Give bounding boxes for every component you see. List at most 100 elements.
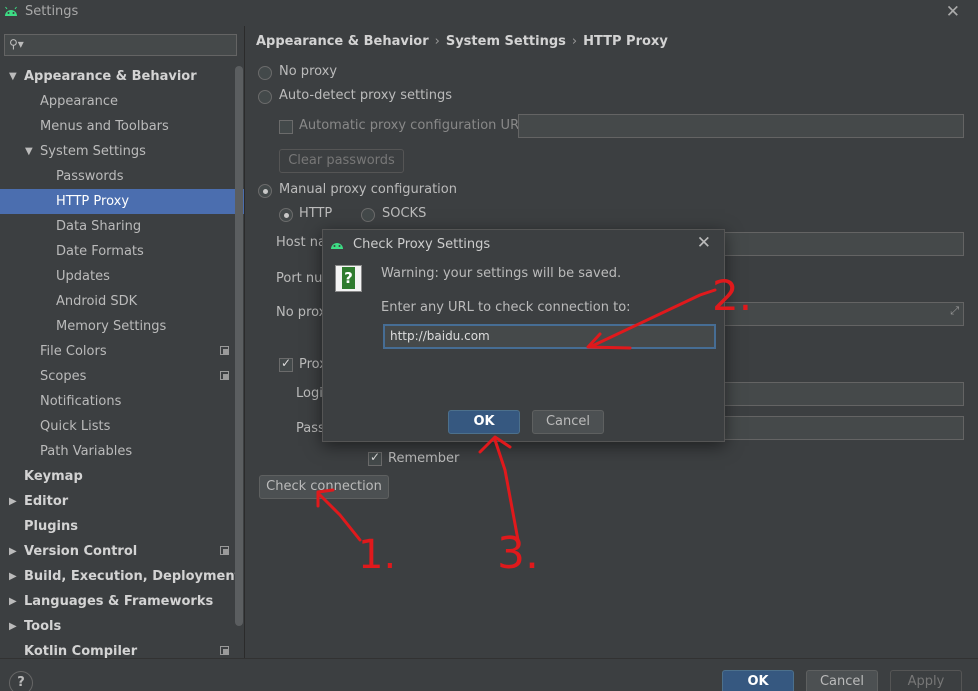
sidebar-item-label: Editor — [24, 494, 69, 509]
sidebar-item-label: Passwords — [56, 169, 124, 184]
settings-sidebar: ⚲▾ ▼ Appearance & Behavior Appearance Menus… — [0, 26, 245, 658]
sidebar-item[interactable]: Data Sharing — [0, 214, 244, 239]
check-connection-button[interactable]: Check connection — [259, 475, 389, 499]
sidebar-item[interactable]: ▼ System Settings — [0, 139, 244, 164]
chevron-right-icon[interactable]: ▶ — [9, 614, 17, 639]
chevron-down-icon[interactable]: ▼ — [9, 64, 17, 89]
sidebar-item[interactable]: Quick Lists — [0, 414, 244, 439]
breadcrumb-item: System Settings — [445, 34, 566, 49]
sidebar-item-label: Android SDK — [56, 294, 138, 309]
apply-button[interactable]: Apply — [890, 670, 962, 691]
sidebar-item[interactable]: HTTP Proxy — [0, 189, 244, 214]
dialog-close-icon[interactable]: ✕ — [697, 233, 711, 253]
sidebar-item[interactable]: Passwords — [0, 164, 244, 189]
sidebar-item[interactable]: Appearance — [0, 89, 244, 114]
dialog-cancel-button[interactable]: Cancel — [532, 410, 604, 434]
help-button[interactable]: ? — [9, 671, 33, 691]
sidebar-item-label: Quick Lists — [40, 419, 111, 434]
cancel-button[interactable]: Cancel — [806, 670, 878, 691]
auto-config-url-checkbox[interactable] — [279, 120, 293, 134]
no-proxy-radio[interactable] — [258, 66, 272, 80]
url-prompt: Enter any URL to check connection to: — [381, 300, 631, 315]
sidebar-item-label: Path Variables — [40, 444, 133, 459]
sidebar-item-label: Appearance — [40, 94, 119, 109]
sidebar-item[interactable]: Memory Settings — [0, 314, 244, 339]
close-icon[interactable]: ✕ — [946, 2, 960, 22]
sidebar-item[interactable]: Menus and Toolbars — [0, 114, 244, 139]
window-title: Settings — [25, 4, 79, 19]
sidebar-item-label: Appearance & Behavior — [24, 69, 197, 84]
sidebar-item-label: Scopes — [40, 369, 87, 384]
sidebar-item[interactable]: ▶ Build, Execution, Deployment — [0, 564, 244, 589]
android-icon — [5, 6, 17, 16]
proxy-auth-checkbox[interactable] — [279, 356, 293, 372]
android-icon — [331, 243, 343, 249]
breadcrumb-item: HTTP Proxy — [583, 34, 668, 49]
no-proxy-for-label: No prox — [276, 305, 327, 320]
sidebar-item[interactable]: ▶ Tools — [0, 614, 244, 639]
sidebar-item[interactable]: Plugins — [0, 514, 244, 539]
dialog-ok-button[interactable]: OK — [448, 410, 520, 434]
chevron-right-icon[interactable]: ▶ — [9, 539, 17, 564]
sidebar-item[interactable]: ▶ Languages & Frameworks — [0, 589, 244, 614]
dialog-button-bar: ? OK Cancel Apply — [0, 658, 978, 691]
host-name-label: Host na — [276, 235, 326, 250]
sidebar-item[interactable]: ▼ Appearance & Behavior — [0, 64, 244, 89]
chevron-right-icon[interactable]: ▶ — [9, 589, 17, 614]
socks-label: SOCKS — [382, 206, 427, 221]
http-label: HTTP — [299, 206, 333, 221]
host-name-field[interactable] — [724, 232, 964, 256]
check-proxy-dialog: Check Proxy Settings ✕ ? Warning: your s… — [322, 229, 725, 442]
warning-text: Warning: your settings will be saved. — [381, 266, 622, 281]
port-number-label: Port nur — [276, 271, 328, 286]
sidebar-item-label: Kotlin Compiler — [24, 644, 138, 658]
login-label: Logi — [296, 386, 323, 401]
sidebar-item[interactable]: Keymap — [0, 464, 244, 489]
login-field[interactable] — [724, 382, 964, 406]
no-proxy-for-field[interactable]: ⤢ — [724, 302, 964, 326]
settings-tree: ▼ Appearance & Behavior Appearance Menus an… — [0, 64, 244, 658]
ok-button[interactable]: OK — [722, 670, 794, 691]
chevron-right-icon[interactable]: ▶ — [9, 489, 17, 514]
url-input[interactable]: http://baidu.com — [383, 324, 716, 349]
sidebar-item-label: Keymap — [24, 469, 83, 484]
search-input[interactable]: ⚲▾ — [4, 34, 237, 56]
remember-label: Remember — [388, 451, 460, 466]
sidebar-item-label: HTTP Proxy — [56, 194, 130, 209]
project-scope-icon — [220, 346, 229, 355]
sidebar-item[interactable]: Android SDK — [0, 289, 244, 314]
search-icon: ⚲▾ — [9, 37, 24, 51]
auto-config-url-field[interactable] — [518, 114, 964, 138]
http-radio[interactable] — [279, 208, 293, 222]
sidebar-item-label: Updates — [56, 269, 110, 284]
auto-config-url-label: Automatic proxy configuration URL: — [299, 118, 531, 133]
title-bar: Settings ✕ — [0, 0, 978, 26]
manual-proxy-radio[interactable] — [258, 184, 272, 198]
remember-checkbox[interactable] — [368, 450, 382, 466]
sidebar-item[interactable]: Scopes — [0, 364, 244, 389]
sidebar-item[interactable]: ▶ Version Control — [0, 539, 244, 564]
sidebar-item[interactable]: Notifications — [0, 389, 244, 414]
clear-passwords-button[interactable]: Clear passwords — [279, 149, 404, 173]
manual-proxy-label: Manual proxy configuration — [279, 182, 457, 197]
sidebar-item-label: System Settings — [40, 144, 146, 159]
project-scope-icon — [220, 371, 229, 380]
sidebar-item[interactable]: File Colors — [0, 339, 244, 364]
sidebar-scrollbar[interactable] — [235, 66, 243, 626]
sidebar-item[interactable]: Kotlin Compiler — [0, 639, 244, 658]
project-scope-icon — [220, 546, 229, 555]
chevron-down-icon[interactable]: ▼ — [25, 139, 33, 164]
sidebar-item[interactable]: ▶ Editor — [0, 489, 244, 514]
auto-detect-label: Auto-detect proxy settings — [279, 88, 453, 103]
expand-icon[interactable]: ⤢ — [950, 304, 959, 318]
sidebar-item[interactable]: Date Formats — [0, 239, 244, 264]
password-field[interactable] — [724, 416, 964, 440]
auto-detect-radio[interactable] — [258, 90, 272, 104]
dialog-title: Check Proxy Settings — [353, 237, 491, 252]
project-scope-icon — [220, 646, 229, 655]
sidebar-item-label: Build, Execution, Deployment — [24, 569, 241, 584]
sidebar-item[interactable]: Path Variables — [0, 439, 244, 464]
sidebar-item[interactable]: Updates — [0, 264, 244, 289]
socks-radio[interactable] — [361, 208, 375, 222]
chevron-right-icon[interactable]: ▶ — [9, 564, 17, 589]
